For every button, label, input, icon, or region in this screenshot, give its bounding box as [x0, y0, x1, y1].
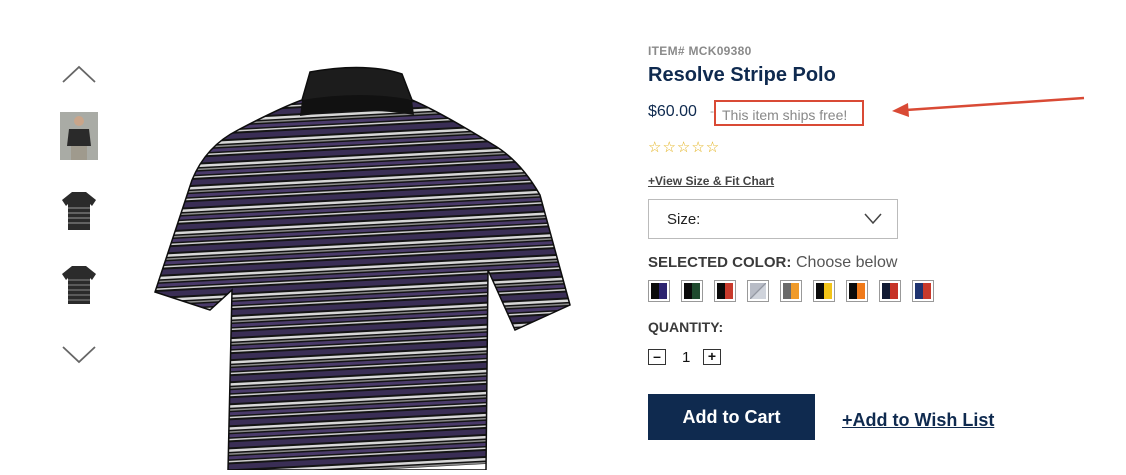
color-swatch-fill: [684, 283, 700, 299]
color-swatches: [648, 280, 945, 302]
annotation-arrow-icon: [892, 96, 1085, 117]
thumbnail-model[interactable]: [60, 112, 98, 160]
color-swatch[interactable]: [879, 280, 901, 302]
color-swatch-fill: [717, 283, 733, 299]
product-info: ITEM# MCK09380 Resolve Stripe Polo $60.0…: [648, 0, 1118, 470]
quantity-value[interactable]: 1: [682, 349, 690, 366]
color-swatch-fill: [816, 283, 832, 299]
product-price: $60.00: [648, 103, 697, 120]
chevron-up-icon[interactable]: [61, 64, 97, 84]
color-swatch[interactable]: [813, 280, 835, 302]
color-swatch[interactable]: [912, 280, 934, 302]
chevron-down-icon: [864, 213, 882, 225]
item-number: ITEM# MCK09380: [648, 44, 752, 58]
add-to-wishlist-link[interactable]: +Add to Wish List: [842, 410, 994, 431]
color-swatch[interactable]: [780, 280, 802, 302]
quantity-decrement-button[interactable]: –: [648, 349, 666, 365]
color-swatch-fill: [849, 283, 865, 299]
product-title: Resolve Stripe Polo: [648, 64, 836, 86]
color-swatch-fill: [882, 283, 898, 299]
color-swatch-fill: [651, 283, 667, 299]
color-swatch[interactable]: [714, 280, 736, 302]
product-main-image: [140, 60, 590, 471]
color-swatch-fill: [915, 283, 931, 299]
color-swatch[interactable]: [681, 280, 703, 302]
chevron-down-icon[interactable]: [61, 345, 97, 365]
color-swatch[interactable]: [747, 280, 769, 302]
selected-color-label: SELECTED COLOR:: [648, 254, 792, 271]
quantity-label: QUANTITY:: [648, 319, 724, 335]
color-swatch-fill: [783, 283, 799, 299]
size-select-label: Size:: [667, 211, 701, 228]
add-to-cart-button[interactable]: Add to Cart: [648, 394, 815, 440]
color-swatch[interactable]: [648, 280, 670, 302]
thumbnail-back[interactable]: [60, 260, 98, 308]
size-chart-link[interactable]: +View Size & Fit Chart: [648, 174, 774, 188]
free-shipping-note: This item ships free!: [714, 100, 864, 126]
size-select[interactable]: Size:: [648, 199, 898, 239]
quantity-increment-button[interactable]: +: [703, 349, 721, 365]
thumbnail-front[interactable]: [60, 186, 98, 234]
star-rating[interactable]: ☆☆☆☆☆: [648, 138, 720, 156]
color-swatch[interactable]: [846, 280, 868, 302]
color-swatch-fill: [750, 283, 766, 299]
selected-color-value: Choose below: [796, 254, 898, 271]
